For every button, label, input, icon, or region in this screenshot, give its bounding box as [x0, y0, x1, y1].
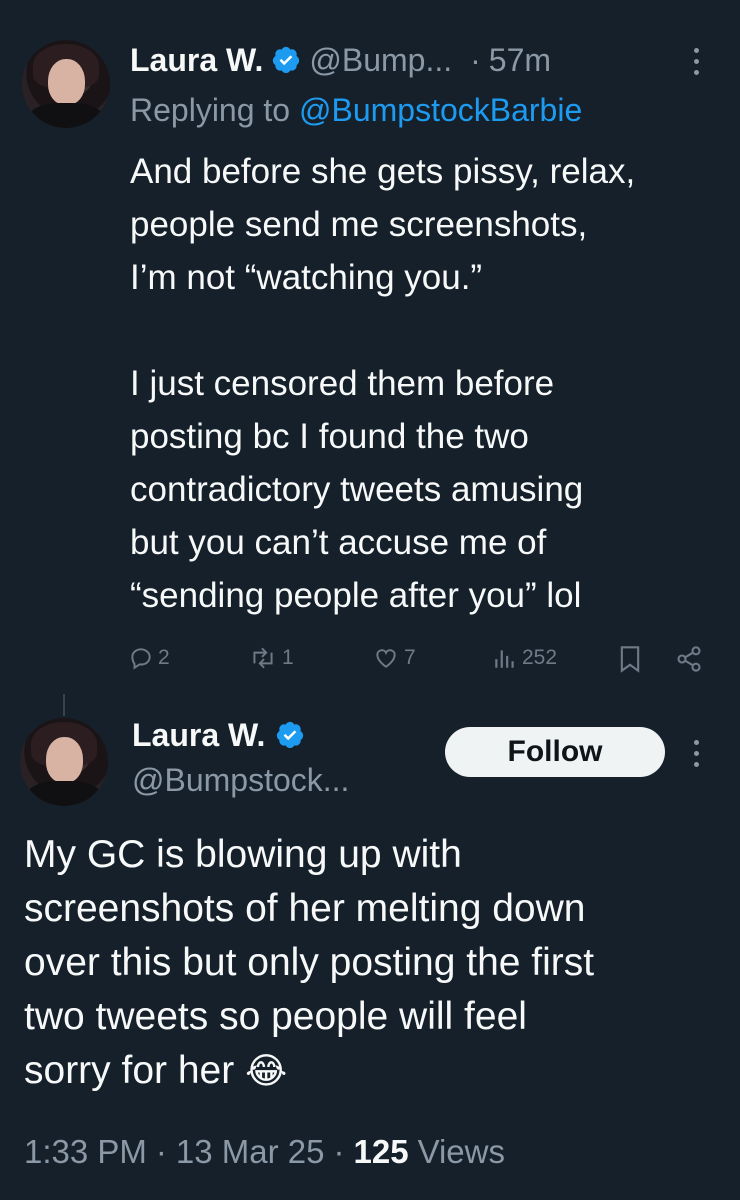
like-button[interactable]: 7 — [372, 645, 416, 671]
replying-to-handle-link[interactable]: @BumpstockBarbie — [299, 92, 582, 128]
like-count: 7 — [404, 646, 416, 669]
post-date[interactable]: 13 Mar 25 — [176, 1133, 325, 1171]
follow-button[interactable]: Follow — [445, 727, 665, 777]
replying-to-label: Replying to — [130, 92, 291, 128]
views-count[interactable]: 125 — [354, 1133, 409, 1171]
avatar-face — [46, 737, 84, 784]
separator-dot: · — [470, 41, 481, 78]
avatar[interactable] — [22, 40, 110, 128]
repost-icon — [253, 647, 273, 669]
handle[interactable]: @Bumpstock... — [132, 762, 349, 799]
avatar-shirt — [27, 781, 101, 806]
avatar[interactable] — [20, 718, 108, 806]
heart-icon — [376, 649, 396, 668]
reply-button[interactable]: 2 — [128, 645, 170, 671]
views-count: 252 — [522, 646, 558, 669]
thread-line — [63, 694, 65, 716]
laughing-emoji-icon: 😂 — [245, 1050, 288, 1091]
display-name[interactable]: Laura W. — [132, 717, 265, 754]
views-chart-icon — [495, 650, 514, 668]
timestamp[interactable]: 57m — [489, 42, 551, 79]
verified-badge-icon — [273, 46, 300, 74]
main-tweet-body: My GC is blowing up with screenshots of … — [24, 833, 595, 1092]
bookmark-icon — [620, 646, 640, 673]
reply-icon — [131, 648, 151, 670]
verified-badge-icon — [277, 721, 304, 749]
display-name[interactable]: Laura W. — [130, 42, 263, 79]
bookmark-button[interactable] — [618, 645, 642, 678]
separator-dot: · — [155, 1133, 167, 1170]
views-label: Views — [417, 1133, 505, 1170]
reply-count: 2 — [158, 646, 170, 669]
tweet-header: Laura W. @Bump... · 57m — [130, 38, 551, 82]
main-tweet-text: My GC is blowing up with screenshots of … — [24, 828, 724, 1098]
post-time[interactable]: 1:33 PM — [24, 1133, 147, 1171]
main-tweet-author: Laura W. — [132, 713, 305, 757]
handle[interactable]: @Bump... — [309, 42, 452, 79]
views-button[interactable]: 252 — [492, 645, 557, 671]
repost-count: 1 — [282, 646, 294, 669]
tweet-text: And before she gets pissy, relax, people… — [130, 152, 636, 615]
avatar-face — [48, 59, 86, 106]
separator-dot: · — [333, 1133, 345, 1170]
more-options-icon[interactable] — [694, 48, 699, 75]
avatar-shirt — [29, 103, 103, 128]
share-button[interactable] — [675, 645, 703, 678]
replying-to: Replying to @BumpstockBarbie — [130, 92, 582, 129]
repost-button[interactable]: 1 — [248, 645, 294, 671]
more-options-icon[interactable] — [694, 740, 699, 767]
tweet-meta: 1:33 PM · 13 Mar 25 · 125 Views — [24, 1133, 505, 1171]
share-icon — [677, 646, 701, 672]
